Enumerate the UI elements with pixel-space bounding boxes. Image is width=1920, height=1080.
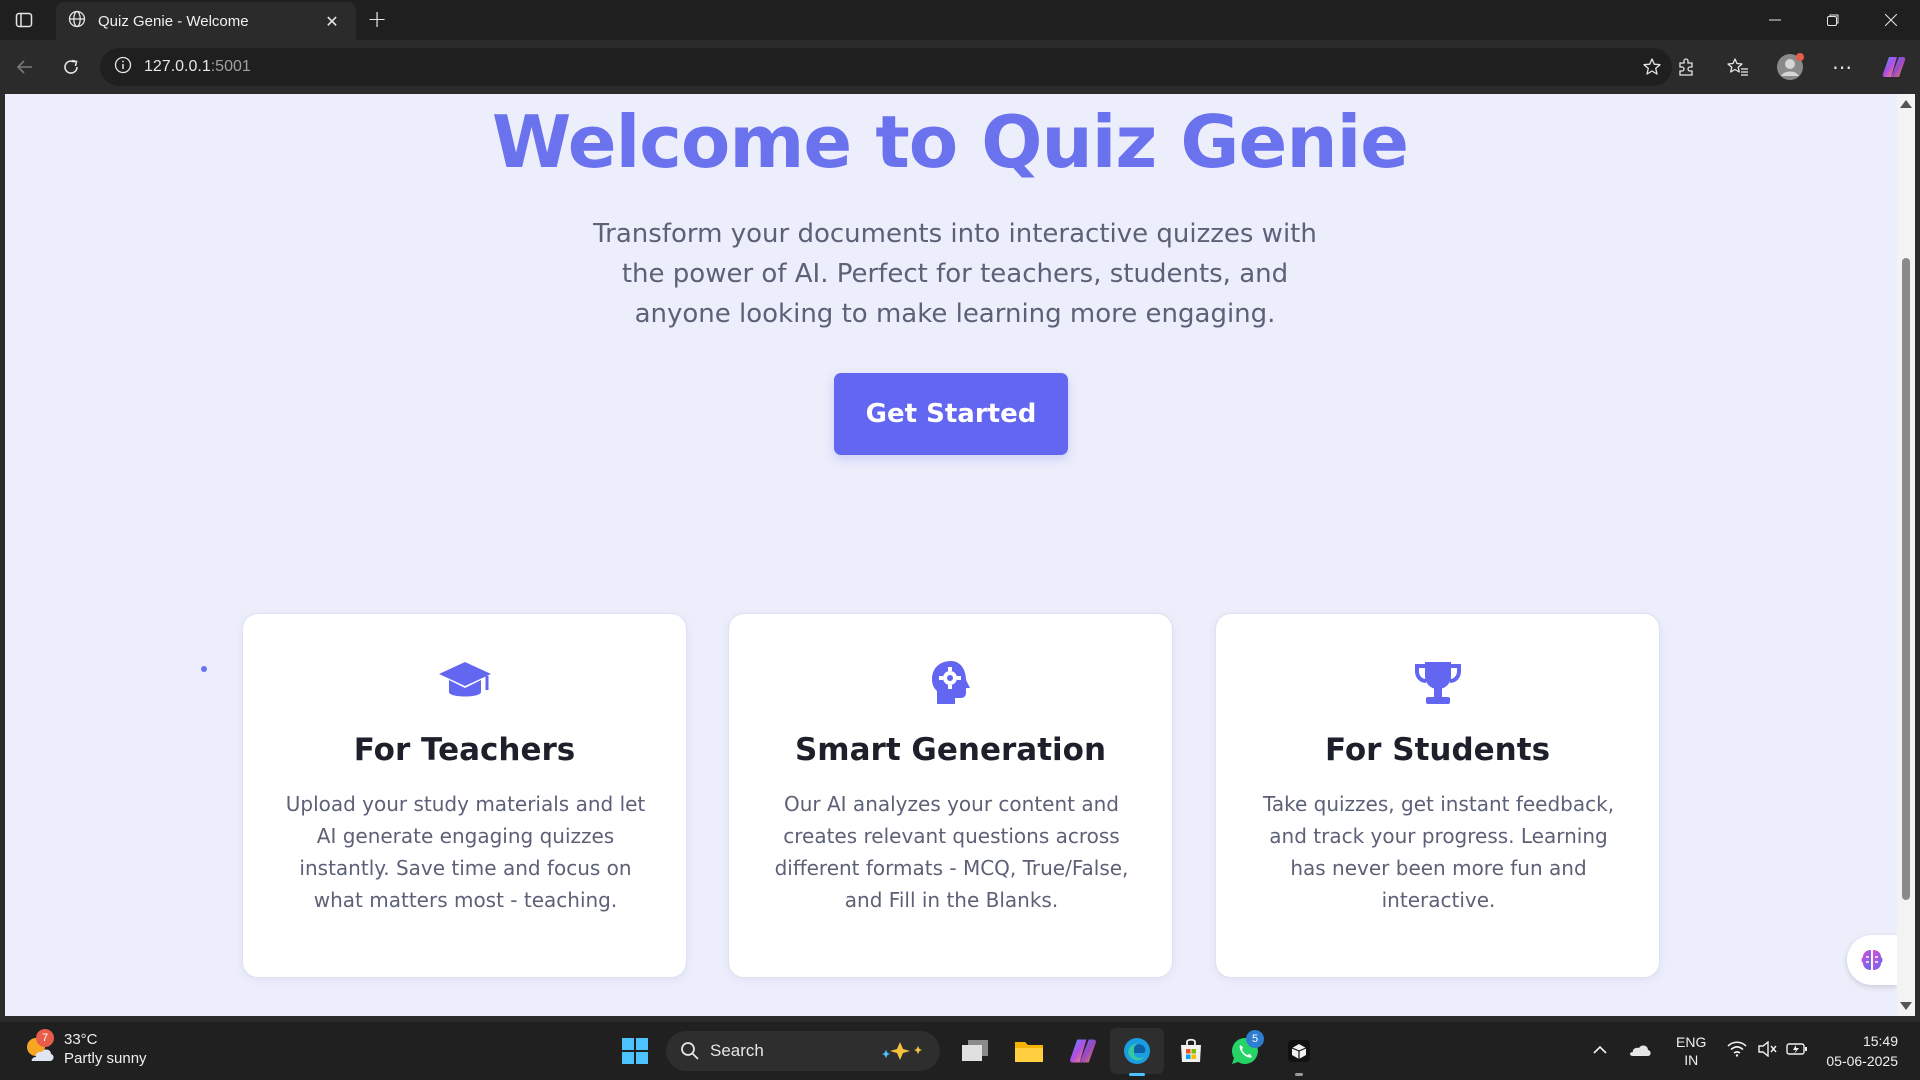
cube-app-icon[interactable]: [1272, 1028, 1326, 1076]
refresh-icon[interactable]: [48, 47, 94, 87]
floating-assistant-button[interactable]: [1847, 935, 1897, 985]
address-bar[interactable]: 127.0.0.1:5001: [100, 48, 1672, 86]
copilot-icon[interactable]: [1868, 40, 1920, 94]
brain-gear-icon: [729, 658, 1172, 710]
hero-title: Welcome to Quiz Genie: [491, 100, 1409, 184]
browser-titlebar: Quiz Genie - Welcome ✕ +: [0, 0, 1920, 40]
tab-title: Quiz Genie - Welcome: [98, 12, 249, 30]
search-label: Search: [710, 1041, 764, 1060]
feature-card-teachers: For Teachers Upload your study materials…: [242, 613, 687, 978]
card-title: For Teachers: [353, 732, 576, 768]
feature-card-students: For Students Take quizzes, get instant f…: [1215, 613, 1660, 978]
scroll-down-arrow-icon[interactable]: [1900, 1002, 1912, 1010]
hero-subtitle: Transform your documents into interactiv…: [593, 219, 1317, 329]
whatsapp-icon[interactable]: 5: [1218, 1028, 1272, 1074]
trophy-icon: [1216, 658, 1659, 710]
battery-icon[interactable]: [1782, 1042, 1812, 1061]
system-clock[interactable]: 15:49 05-06-2025: [1826, 1031, 1898, 1071]
card-title: For Students: [1324, 732, 1551, 768]
favorites-icon[interactable]: [1712, 40, 1764, 94]
feature-card-smart-generation: Smart Generation Our AI analyzes your co…: [728, 613, 1173, 978]
edge-browser-icon[interactable]: [1110, 1028, 1164, 1076]
decorative-dot: [201, 666, 207, 672]
onedrive-cloud-icon[interactable]: [1618, 1041, 1662, 1062]
weather-widget[interactable]: 7 33°C Partly sunny: [22, 1029, 147, 1068]
card-description: Our AI analyzes your content and creates…: [774, 792, 1129, 912]
page-viewport: Welcome to Quiz Genie Transform your doc…: [5, 94, 1897, 1016]
file-explorer-icon[interactable]: [1002, 1028, 1056, 1074]
show-hidden-icons-chevron-icon[interactable]: [1582, 1042, 1618, 1060]
language-indicator[interactable]: ENG IN: [1676, 1033, 1706, 1069]
favorite-star-icon[interactable]: [1642, 57, 1662, 81]
card-title: Smart Generation: [794, 732, 1107, 768]
new-tab-button[interactable]: +: [362, 6, 392, 34]
weather-alert-badge: 7: [36, 1029, 54, 1047]
tab-actions-icon[interactable]: [0, 0, 48, 40]
running-app-indicator: [1295, 1073, 1303, 1076]
task-view-icon[interactable]: [948, 1028, 1002, 1074]
active-app-indicator: [1129, 1073, 1145, 1076]
close-window-icon[interactable]: [1862, 0, 1920, 40]
site-info-icon[interactable]: [114, 56, 132, 78]
sparkle-icon: [882, 1042, 922, 1060]
url-text: 127.0.0.1:5001: [144, 58, 251, 75]
globe-icon: [68, 10, 86, 32]
taskbar-search[interactable]: Search: [666, 1031, 940, 1071]
minimize-icon[interactable]: [1746, 0, 1804, 40]
temperature: 33°C: [64, 1031, 98, 1048]
close-tab-icon[interactable]: ✕: [320, 12, 344, 31]
address-toolbar: 127.0.0.1:5001 ⋯: [0, 40, 1920, 94]
scroll-thumb[interactable]: [1902, 258, 1910, 900]
brain-icon: [1861, 950, 1883, 970]
system-tray: ENG IN 15:49 05-06-2025: [1582, 1022, 1920, 1080]
graduation-cap-icon: [243, 658, 686, 710]
profile-avatar[interactable]: [1764, 40, 1816, 94]
card-description: Take quizzes, get instant feedback, and …: [1262, 792, 1615, 912]
restore-icon[interactable]: [1804, 0, 1862, 40]
back-icon[interactable]: [2, 47, 48, 87]
partly-sunny-icon: 7: [22, 1029, 58, 1067]
copilot-app-icon[interactable]: [1056, 1028, 1110, 1074]
browser-tab[interactable]: Quiz Genie - Welcome ✕: [56, 2, 356, 40]
extensions-icon[interactable]: [1660, 40, 1712, 94]
microsoft-store-icon[interactable]: [1164, 1028, 1218, 1074]
windows-taskbar: 7 33°C Partly sunny Search 5 ENG IN 15:4…: [0, 1022, 1920, 1080]
notification-badge: 5: [1246, 1030, 1264, 1048]
scroll-up-arrow-icon[interactable]: [1900, 100, 1912, 108]
more-options-icon[interactable]: ⋯: [1816, 40, 1868, 94]
search-icon: [681, 1042, 699, 1060]
window-frame-right: [1915, 94, 1920, 1016]
wifi-icon[interactable]: [1722, 1040, 1752, 1062]
muted-speaker-icon[interactable]: [1752, 1040, 1782, 1062]
windows-start-icon[interactable]: [608, 1028, 662, 1074]
page-scrollbar[interactable]: [1897, 94, 1915, 1016]
card-description: Upload your study materials and let AI g…: [285, 792, 646, 912]
weather-description: Partly sunny: [64, 1050, 147, 1067]
get-started-button[interactable]: Get Started: [834, 373, 1068, 455]
